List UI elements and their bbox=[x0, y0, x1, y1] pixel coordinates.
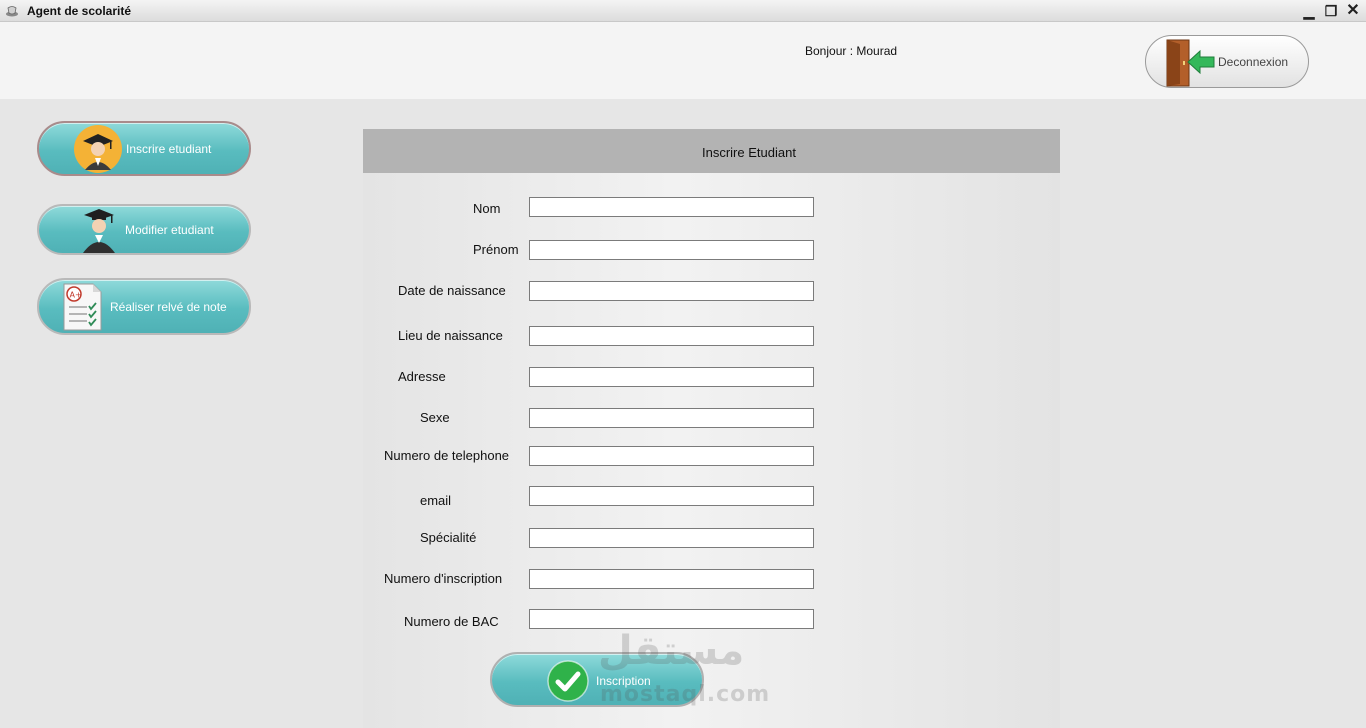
adresse-label: Adresse bbox=[398, 369, 446, 384]
prenom-input[interactable] bbox=[529, 240, 814, 260]
nom-input[interactable] bbox=[529, 197, 814, 217]
checkmark-icon bbox=[547, 660, 589, 702]
graduate-student-icon bbox=[74, 125, 122, 173]
telephone-input[interactable] bbox=[529, 446, 814, 466]
sidebar-item-label: Réaliser relvé de note bbox=[110, 299, 227, 314]
numero-inscription-label: Numero d'inscription bbox=[384, 571, 503, 586]
svg-text:A+: A+ bbox=[70, 291, 82, 300]
grade-report-icon: A+ bbox=[63, 283, 102, 331]
inscription-form-panel: Inscrire Etudiant Nom Prénom Date de nai… bbox=[363, 129, 1060, 728]
window-title: Agent de scolarité bbox=[27, 4, 132, 18]
lieu-naissance-label: Lieu de naissance bbox=[398, 328, 503, 343]
sidebar-item-inscrire-etudiant[interactable]: Inscrire etudiant bbox=[37, 121, 251, 176]
numero-bac-input[interactable] bbox=[529, 609, 814, 629]
sexe-label: Sexe bbox=[420, 410, 450, 425]
sidebar-item-label: Inscrire etudiant bbox=[126, 141, 212, 156]
inscription-button[interactable]: Inscription bbox=[490, 652, 704, 707]
sidebar-item-label: Modifier etudiant bbox=[125, 222, 214, 237]
lieu-naissance-input[interactable] bbox=[529, 326, 814, 346]
graduate-icon bbox=[83, 209, 115, 253]
greeting-text: Bonjour : Mourad bbox=[805, 44, 898, 58]
numero-inscription-input[interactable] bbox=[529, 569, 814, 589]
prenom-label: Prénom bbox=[473, 242, 519, 257]
specialite-input[interactable] bbox=[529, 528, 814, 548]
java-app-icon bbox=[6, 6, 18, 17]
window-titlebar: Agent de scolarité ▁ ❐ ✕ bbox=[0, 0, 1366, 22]
sidebar-item-modifier-etudiant[interactable]: Modifier etudiant bbox=[37, 204, 251, 255]
date-naissance-label: Date de naissance bbox=[398, 283, 506, 298]
email-label: email bbox=[420, 493, 452, 508]
numero-bac-label: Numero de BAC bbox=[404, 614, 499, 629]
nom-label: Nom bbox=[473, 201, 501, 216]
form-title: Inscrire Etudiant bbox=[702, 145, 796, 160]
logout-label: Deconnexion bbox=[1218, 55, 1289, 69]
close-button[interactable]: ✕ bbox=[1344, 2, 1362, 20]
inscription-label: Inscription bbox=[596, 674, 651, 688]
date-naissance-input[interactable] bbox=[529, 281, 814, 301]
minimize-button[interactable]: ▁ bbox=[1300, 2, 1318, 20]
maximize-button[interactable]: ❐ bbox=[1322, 2, 1340, 20]
sidebar-item-releve-note[interactable]: A+ Réaliser relvé de note bbox=[37, 278, 251, 335]
logout-button[interactable]: Deconnexion bbox=[1145, 35, 1309, 88]
door-exit-icon bbox=[1166, 39, 1215, 87]
top-header: Bonjour : Mourad Deconnexion bbox=[0, 22, 1366, 99]
telephone-label: Numero de telephone bbox=[384, 448, 510, 463]
specialite-label: Spécialité bbox=[420, 530, 477, 545]
sexe-input[interactable] bbox=[529, 408, 814, 428]
email-input[interactable] bbox=[529, 486, 814, 506]
form-header: Inscrire Etudiant bbox=[363, 129, 1060, 173]
adresse-input[interactable] bbox=[529, 367, 814, 387]
